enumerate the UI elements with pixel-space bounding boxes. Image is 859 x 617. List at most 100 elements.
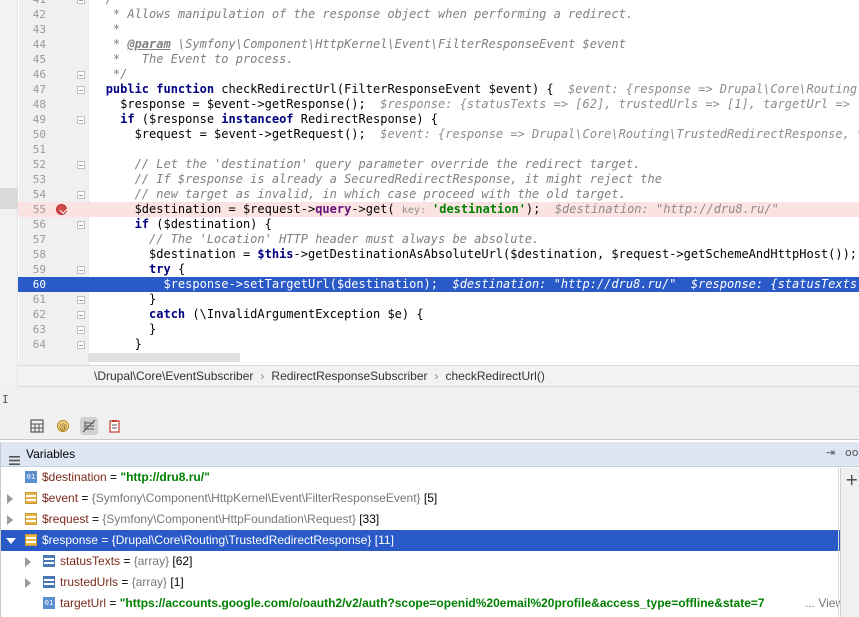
collapse-arrow-icon[interactable] (6, 538, 16, 544)
add-watch-icon[interactable]: + (845, 470, 858, 489)
line-number[interactable]: 47 (19, 82, 46, 97)
breadcrumb-class[interactable]: RedirectResponseSubscriber (267, 369, 431, 383)
line-number[interactable]: 63 (19, 322, 46, 337)
code-line[interactable]: 58 $destination = $this->getDestinationA… (0, 247, 859, 262)
execution-line[interactable]: 60 $response->setTargetUrl($destination)… (0, 277, 859, 292)
code-line[interactable]: 53 // If $response is already a SecuredR… (0, 172, 859, 187)
code-line[interactable]: 63 } (0, 322, 859, 337)
line-number[interactable]: 59 (19, 262, 46, 277)
debug-panel-spacer: I (0, 387, 859, 412)
layout-icon[interactable] (80, 417, 98, 435)
line-number[interactable]: 45 (19, 52, 46, 67)
expand-arrow-icon[interactable] (7, 494, 13, 504)
watches-side-panel: + (840, 468, 859, 617)
line-number[interactable]: 51 (19, 142, 46, 157)
line-number[interactable]: 49 (19, 112, 46, 127)
code-token: * (84, 22, 121, 36)
variable-row[interactable]: $response = {Drupal\Core\Routing\Trusted… (1, 530, 841, 551)
breadcrumb-namespace[interactable]: \Drupal\Core\EventSubscriber (90, 369, 257, 383)
code-token: ->get( (351, 202, 402, 216)
object-icon (25, 534, 37, 546)
code-token: $response = $event->getResponse(); (84, 97, 381, 111)
code-line[interactable]: 57 // The 'Location' HTTP header must al… (0, 232, 859, 247)
variable-text: targetUrl = "https://accounts.google.com… (60, 593, 765, 614)
code-lines[interactable]: 41 /**42 * Allows manipulation of the re… (0, 0, 859, 352)
code-line[interactable]: 41 /** (0, 0, 859, 7)
variable-equals: = (120, 554, 134, 568)
variable-count: [33] (355, 512, 380, 526)
code-line[interactable]: 56 if ($destination) { (0, 217, 859, 232)
variable-row[interactable]: 01 $destination = "http://dru8.ru/" (1, 467, 841, 488)
code-text: $response = $event->getResponse(); $resp… (84, 97, 859, 112)
code-line[interactable]: 64 } (0, 337, 859, 352)
code-line[interactable]: 42 * Allows manipulation of the response… (0, 7, 859, 22)
breakpoint-line[interactable]: 55 $destination = $request->query->get( … (0, 202, 859, 217)
code-line[interactable]: 62 catch (\InvalidArgumentException $e) … (0, 307, 859, 322)
code-token: $request = $event->getRequest(); (84, 127, 381, 141)
line-number[interactable]: 60 (19, 277, 46, 292)
menu-icon[interactable] (9, 450, 20, 465)
code-editor[interactable]: 41 /**42 * Allows manipulation of the re… (0, 0, 859, 365)
line-number[interactable]: 48 (19, 97, 46, 112)
pin-icon[interactable]: ⇥ (826, 446, 835, 459)
line-number[interactable]: 58 (19, 247, 46, 262)
line-number[interactable]: 57 (19, 232, 46, 247)
code-line[interactable]: 47 public function checkRedirectUrl(Filt… (0, 82, 859, 97)
line-number[interactable]: 44 (19, 37, 46, 52)
expand-arrow-icon[interactable] (7, 515, 13, 525)
clipboard-icon[interactable] (106, 417, 124, 435)
line-number[interactable]: 62 (19, 307, 46, 322)
line-number[interactable]: 50 (19, 127, 46, 142)
line-number[interactable]: 56 (19, 217, 46, 232)
code-line[interactable]: 59 try { (0, 262, 859, 277)
breadcrumb: \Drupal\Core\EventSubscriber › RedirectR… (0, 365, 859, 387)
code-line[interactable]: 49 if ($response instanceof RedirectResp… (0, 112, 859, 127)
breadcrumb-method[interactable]: checkRedirectUrl() (441, 369, 548, 383)
code-line[interactable]: 46 */ (0, 67, 859, 82)
variable-row[interactable]: trustedUrls = {array} [1] (1, 572, 841, 593)
variable-row[interactable]: $request = {Symfony\Component\HttpFounda… (1, 509, 841, 530)
line-number[interactable]: 64 (19, 337, 46, 352)
variable-row[interactable]: 01 targetUrl = "https://accounts.google.c… (1, 593, 845, 614)
code-line[interactable]: 54 // new target as invalid, in which ca… (0, 187, 859, 202)
calculator-icon[interactable] (28, 417, 46, 435)
code-line[interactable]: 51 (0, 142, 859, 157)
code-token: /** (84, 0, 128, 6)
variable-row[interactable]: $event = {Symfony\Component\HttpKernel\E… (1, 488, 841, 509)
code-line[interactable]: 43 * (0, 22, 859, 37)
variable-row[interactable]: statusTexts = {array} [62] (1, 551, 841, 572)
code-line[interactable]: 50 $request = $event->getRequest(); $eve… (0, 127, 859, 142)
code-token: RedirectResponse) { (293, 112, 439, 126)
code-line[interactable]: 61 } (0, 292, 859, 307)
variable-count: [5] (420, 491, 438, 505)
editor-horizontal-scrollbar[interactable] (88, 353, 240, 362)
watch-icon[interactable]: @ (54, 417, 72, 435)
code-text: } (84, 292, 156, 307)
primitive-icon: 01 (25, 471, 37, 483)
variable-name: $event (42, 491, 79, 505)
variable-equals: = (98, 533, 112, 547)
code-token: // The 'Location' HTTP header must alway… (84, 232, 540, 246)
expand-arrow-icon[interactable] (25, 578, 31, 588)
code-line[interactable]: 48 $response = $event->getResponse(); $r… (0, 97, 859, 112)
variable-count: [1] (167, 575, 184, 589)
code-line[interactable]: 44 * @param \Symfony\Component\HttpKerne… (0, 37, 859, 52)
line-number[interactable]: 46 (19, 67, 46, 82)
breakpoint-icon[interactable] (56, 204, 67, 215)
line-number[interactable]: 41 (19, 0, 46, 7)
code-token: query (315, 202, 352, 216)
inline-debug-value: $event: {response => Drupal\Core\Routing… (380, 127, 859, 141)
code-token: ); (525, 202, 555, 216)
line-number[interactable]: 43 (19, 22, 46, 37)
line-number[interactable]: 54 (19, 187, 46, 202)
line-number[interactable]: 61 (19, 292, 46, 307)
code-line[interactable]: 52 // Let the 'destination' query parame… (0, 157, 859, 172)
line-number[interactable]: 52 (19, 157, 46, 172)
code-line[interactable]: 45 * The Event to process. (0, 52, 859, 67)
cursor-tool-icon[interactable]: I (2, 393, 9, 406)
line-number[interactable]: 53 (19, 172, 46, 187)
line-number[interactable]: 42 (19, 7, 46, 22)
expand-arrow-icon[interactable] (25, 557, 31, 567)
line-number[interactable]: 55 (19, 202, 46, 217)
glasses-icon[interactable]: oo (845, 446, 858, 459)
